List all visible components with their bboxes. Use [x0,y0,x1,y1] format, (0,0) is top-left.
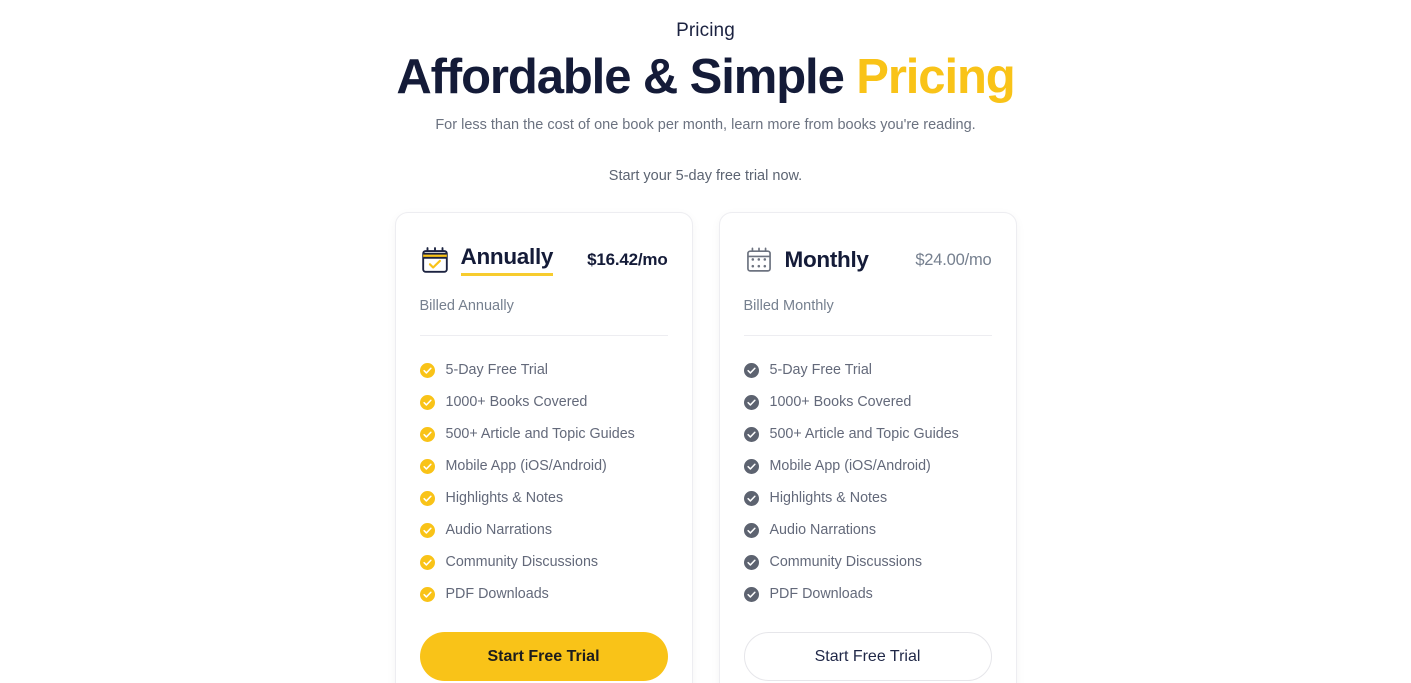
feature-label: 500+ Article and Topic Guides [769,426,959,442]
check-circle-icon [419,522,435,538]
check-circle-icon [743,586,759,602]
pricing-card-annually[interactable]: Annually $16.42/mo Billed Annually 5-Day Fr… [394,212,693,683]
feature-item: 500+ Article and Topic Guides [419,418,668,450]
check-circle-icon [743,362,759,378]
page-title-accent: Pricing [856,50,1016,104]
feature-label: Mobile App (iOS/Android) [445,458,607,474]
feature-item: Mobile App (iOS/Android) [419,450,668,482]
billing-period-label: Billed Monthly [743,298,834,314]
feature-item: Audio Narrations [743,514,992,546]
check-circle-icon [743,426,759,442]
feature-item: PDF Downloads [419,578,668,610]
check-circle-icon [419,554,435,570]
feature-item: 5-Day Free Trial [419,354,668,386]
plan-price: $24.00/mo [915,250,992,269]
feature-label: Community Discussions [445,554,599,570]
feature-item: Audio Narrations [419,514,668,546]
check-circle-icon [419,394,435,410]
start-free-trial-button[interactable]: Start Free Trial [419,632,668,681]
feature-label: PDF Downloads [445,586,549,602]
page-title: Affordable & Simple Pricing [0,46,1411,108]
plan-name-wrap: Annually [460,244,553,276]
feature-list: 5-Day Free Trial 1000+ Books Covered 500+ … [419,354,668,610]
feature-label: Mobile App (iOS/Android) [769,458,931,474]
trial-note: Start your 5-day free trial now. [608,168,803,184]
calendar-dots-icon [746,247,771,272]
check-circle-icon [419,458,435,474]
page-subtitle: For less than the cost of one book per m… [435,117,976,133]
feature-label: Audio Narrations [445,522,553,538]
check-circle-icon [419,490,435,506]
feature-label: 5-Day Free Trial [769,362,873,378]
start-free-trial-button[interactable]: Start Free Trial [743,632,992,681]
feature-label: Highlights & Notes [445,490,564,506]
feature-item: 1000+ Books Covered [743,386,992,418]
feature-label: 1000+ Books Covered [445,394,588,410]
plan-price: $16.42/mo [587,250,668,269]
feature-item: Community Discussions [743,546,992,578]
plan-name-wrap: Monthly [785,247,869,273]
check-circle-icon [743,554,759,570]
feature-item: Community Discussions [419,546,668,578]
check-circle-icon [743,458,759,474]
feature-label: Highlights & Notes [769,490,888,506]
card-divider [419,335,668,336]
check-circle-icon [743,490,759,506]
check-circle-icon [419,362,435,378]
plan-name: Monthly [784,247,869,272]
check-circle-icon [743,522,759,538]
pricing-page: Pricing Affordable & Simple Pricing For … [0,0,1411,683]
feature-item: Highlights & Notes [743,482,992,514]
feature-item: 1000+ Books Covered [419,386,668,418]
pricing-card-monthly[interactable]: Monthly $24.00/mo Billed Monthly 5-Day Free… [718,212,1017,683]
plan-header: Annually $16.42/mo [420,239,668,281]
feature-label: Audio Narrations [769,522,877,538]
feature-item: 500+ Article and Topic Guides [743,418,992,450]
feature-item: 5-Day Free Trial [743,354,992,386]
feature-item: PDF Downloads [743,578,992,610]
check-circle-icon [419,426,435,442]
feature-label: PDF Downloads [769,586,873,602]
pricing-card-list: Annually $16.42/mo Billed Annually 5-Day Fr… [0,212,1411,683]
feature-item: Highlights & Notes [419,482,668,514]
check-circle-icon [743,394,759,410]
feature-item: Mobile App (iOS/Android) [743,450,992,482]
feature-label: 500+ Article and Topic Guides [445,426,635,442]
pricing-header: Pricing Affordable & Simple Pricing For … [0,0,1411,186]
calendar-check-icon [421,247,448,273]
feature-list: 5-Day Free Trial 1000+ Books Covered 500+ … [743,354,992,610]
plan-header: Monthly $24.00/mo [744,239,992,281]
feature-label: Community Discussions [769,554,923,570]
page-title-main: Affordable & Simple [396,50,857,104]
plan-name: Annually [460,244,553,276]
feature-label: 1000+ Books Covered [769,394,912,410]
check-circle-icon [419,586,435,602]
feature-label: 5-Day Free Trial [445,362,549,378]
page-eyebrow: Pricing [676,20,735,41]
billing-period-label: Billed Annually [419,298,514,314]
card-divider [743,335,992,336]
